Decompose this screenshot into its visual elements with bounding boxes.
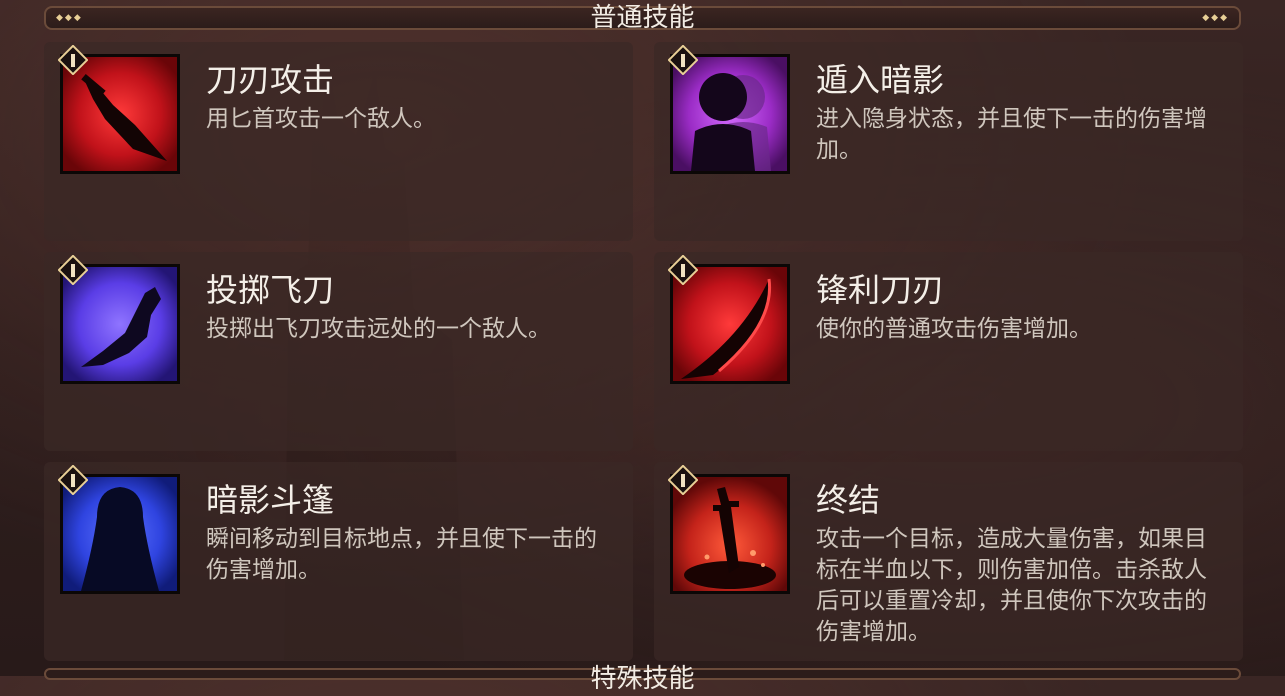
skill-name: 刀刃攻击 xyxy=(206,61,335,99)
next-section-title: 特殊技能 xyxy=(590,664,695,694)
info-badge-icon[interactable] xyxy=(57,44,89,76)
info-badge-icon[interactable] xyxy=(667,464,699,496)
skill-name: 暗影斗篷 xyxy=(206,481,335,519)
skill-description: 用匕首攻击一个敌人。 xyxy=(206,106,436,132)
info-badge-icon[interactable] xyxy=(57,254,89,286)
skill-name: 锋利刀刃 xyxy=(816,271,945,309)
skill-card[interactable]: 遁入暗影 进入隐身状态，并且使下一击的伤害增加。 xyxy=(654,42,1243,241)
skill-description: 进入隐身状态，并且使下一击的伤害增加。 xyxy=(816,106,1207,163)
skill-name: 投掷飞刀 xyxy=(206,271,335,309)
skill-description: 使你的普通攻击伤害增加。 xyxy=(816,316,1092,342)
skill-name: 终结 xyxy=(816,481,881,519)
skill-description: 攻击一个目标，造成大量伤害，如果目标在半血以下，则伤害加倍。击杀敌人后可以重置冷… xyxy=(816,526,1207,645)
skill-description: 瞬间移动到目标地点，并且使下一击的伤害增加。 xyxy=(206,526,597,583)
info-badge-icon[interactable] xyxy=(57,464,89,496)
info-badge-icon[interactable] xyxy=(667,254,699,286)
skill-description: 投掷出飞刀攻击远处的一个敌人。 xyxy=(206,316,551,342)
skill-name: 遁入暗影 xyxy=(816,61,945,99)
skill-card[interactable]: 刀刃攻击 用匕首攻击一个敌人。 xyxy=(44,42,633,241)
skill-card[interactable]: 终结 攻击一个目标，造成大量伤害，如果目标在半血以下，则伤害加倍。击杀敌人后可以… xyxy=(654,462,1243,661)
skill-card[interactable]: 投掷飞刀 投掷出飞刀攻击远处的一个敌人。 xyxy=(44,252,633,451)
info-badge-icon[interactable] xyxy=(667,44,699,76)
skill-card[interactable]: 暗影斗篷 瞬间移动到目标地点，并且使下一击的伤害增加。 xyxy=(44,462,633,661)
skill-card[interactable]: 锋利刀刃 使你的普通攻击伤害增加。 xyxy=(654,252,1243,451)
section-title: 普通技能 xyxy=(590,3,695,33)
